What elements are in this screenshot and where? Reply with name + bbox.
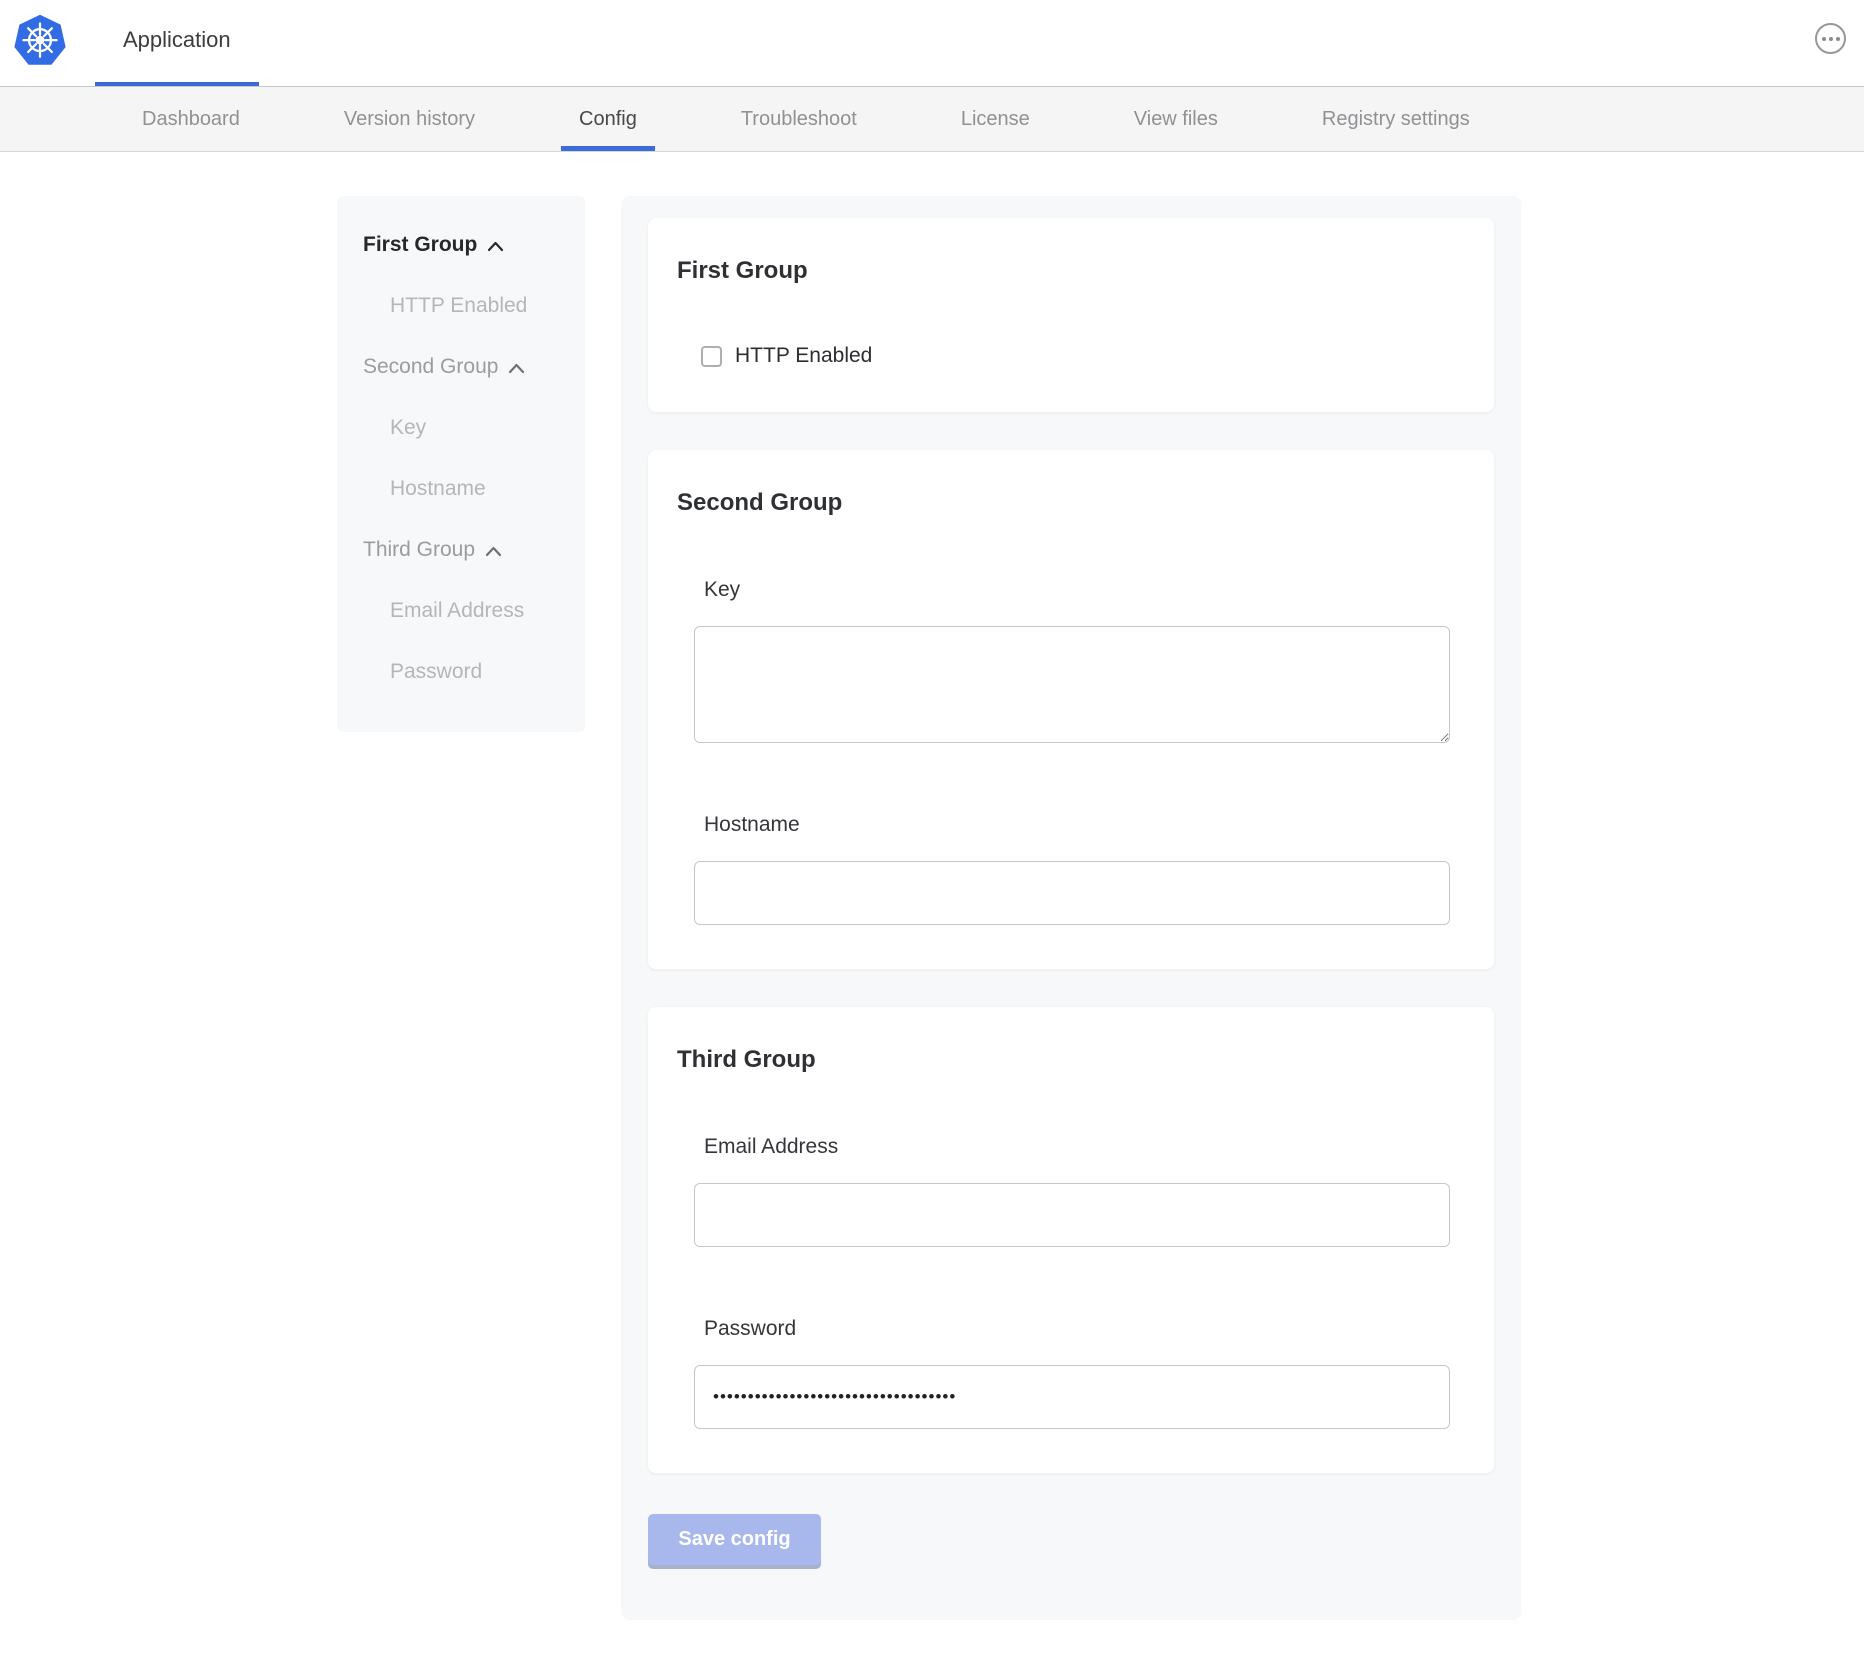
sidebar-item-email-address[interactable]: Email Address xyxy=(337,580,585,641)
sidebar-item-label: Third Group xyxy=(363,538,475,562)
key-textarea[interactable] xyxy=(694,626,1450,743)
email-address-input[interactable] xyxy=(694,1183,1450,1247)
hostname-label: Hostname xyxy=(704,813,1450,837)
config-group-first: First Group HTTP Enabled xyxy=(648,218,1494,412)
sidebar-item-key[interactable]: Key xyxy=(337,397,585,458)
key-label: Key xyxy=(704,578,1450,602)
sidebar-item-hostname[interactable]: Hostname xyxy=(337,458,585,519)
app-nav-tabs: Dashboard Version history Config Trouble… xyxy=(0,86,1864,152)
chevron-up-icon xyxy=(485,546,502,557)
sidebar-item-first-group[interactable]: First Group xyxy=(337,214,585,275)
chevron-up-icon xyxy=(487,241,504,252)
password-input[interactable] xyxy=(694,1365,1450,1429)
tab-view-files[interactable]: View files xyxy=(1116,87,1236,151)
config-form-panel: First Group HTTP Enabled Second Group Ke… xyxy=(621,196,1521,1620)
group-title: Third Group xyxy=(677,1045,1450,1075)
tab-application[interactable]: Application xyxy=(95,0,259,86)
sidebar-item-label: Email Address xyxy=(390,599,524,623)
tab-registry-settings[interactable]: Registry settings xyxy=(1304,87,1488,151)
chevron-up-icon xyxy=(508,363,525,374)
sidebar-item-label: Hostname xyxy=(390,477,486,501)
sidebar-item-label: First Group xyxy=(363,233,477,257)
tab-config[interactable]: Config xyxy=(561,87,655,151)
group-title: First Group xyxy=(677,256,1450,286)
http-enabled-label[interactable]: HTTP Enabled xyxy=(735,344,872,368)
ellipsis-icon[interactable] xyxy=(1815,23,1846,54)
sidebar-item-label: Second Group xyxy=(363,355,498,379)
tab-troubleshoot[interactable]: Troubleshoot xyxy=(723,87,875,151)
top-bar: Application xyxy=(0,0,1864,86)
config-page: First Group HTTP Enabled Second Group Ke… xyxy=(0,152,1864,1620)
sidebar-item-third-group[interactable]: Third Group xyxy=(337,519,585,580)
config-sidebar: First Group HTTP Enabled Second Group Ke… xyxy=(337,196,585,732)
sidebar-item-label: Password xyxy=(390,660,482,684)
tab-version-history[interactable]: Version history xyxy=(326,87,493,151)
email-address-label: Email Address xyxy=(704,1135,1450,1159)
sidebar-item-http-enabled[interactable]: HTTP Enabled xyxy=(337,275,585,336)
sidebar-item-label: HTTP Enabled xyxy=(390,294,527,318)
config-group-third: Third Group Email Address Password xyxy=(648,1007,1494,1473)
tab-license[interactable]: License xyxy=(943,87,1048,151)
save-config-button[interactable]: Save config xyxy=(648,1514,821,1565)
tab-dashboard[interactable]: Dashboard xyxy=(124,87,258,151)
sidebar-item-second-group[interactable]: Second Group xyxy=(337,336,585,397)
config-group-second: Second Group Key Hostname xyxy=(648,450,1494,969)
http-enabled-row: HTTP Enabled xyxy=(701,344,1450,368)
http-enabled-checkbox[interactable] xyxy=(701,346,722,367)
password-label: Password xyxy=(704,1317,1450,1341)
hostname-input[interactable] xyxy=(694,861,1450,925)
group-title: Second Group xyxy=(677,488,1450,518)
kubernetes-logo xyxy=(12,9,68,73)
sidebar-item-password[interactable]: Password xyxy=(337,641,585,702)
sidebar-item-label: Key xyxy=(390,416,426,440)
